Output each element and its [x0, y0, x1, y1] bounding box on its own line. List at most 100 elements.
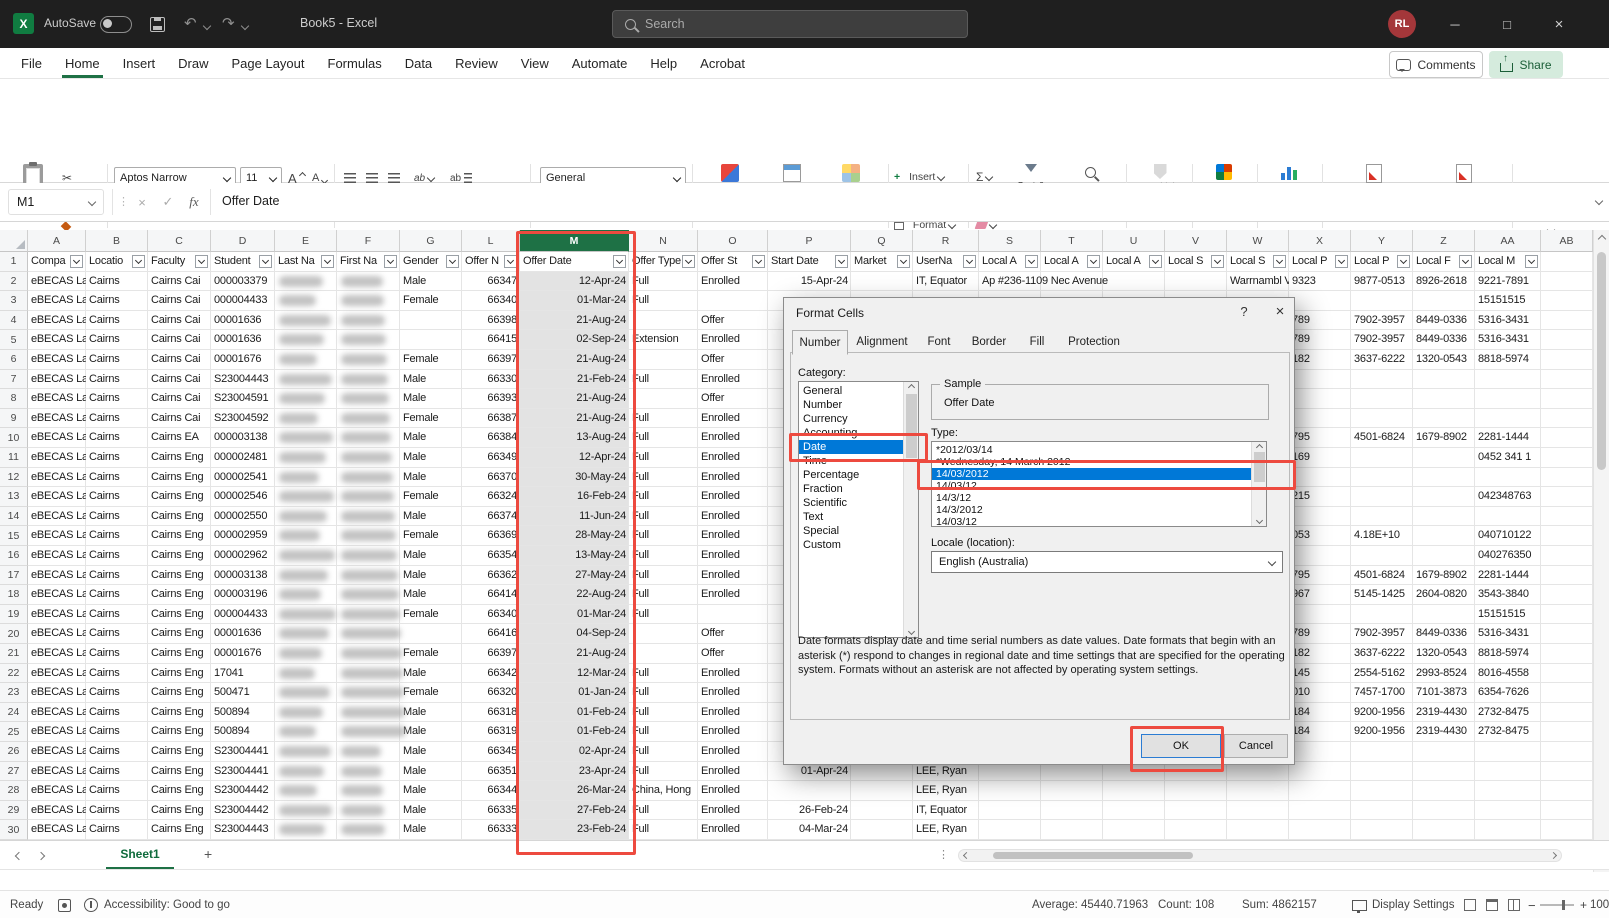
cell-G25[interactable]: Male	[400, 722, 462, 742]
type-item[interactable]: *Wednesday, 14 March 2012	[932, 456, 1267, 468]
cell-C29[interactable]: Cairns Eng	[148, 801, 211, 821]
cell-M12[interactable]: 30-May-24	[520, 468, 629, 488]
category-item-currency[interactable]: Currency	[799, 412, 907, 426]
row-header-17[interactable]: 17	[0, 566, 28, 586]
cell-L7[interactable]: 66330	[462, 370, 520, 390]
cell-X22[interactable]: 145	[1289, 664, 1351, 684]
cell-L19[interactable]: 66340	[462, 605, 520, 625]
cell-D20[interactable]: 00001636	[211, 624, 275, 644]
cell-L2[interactable]: 66347	[462, 272, 520, 292]
cell-Z24[interactable]: 2319-4430	[1413, 703, 1475, 723]
cell-O30[interactable]: Enrolled	[698, 820, 768, 840]
column-header-O[interactable]: O	[698, 230, 768, 252]
cell-M8[interactable]: 21-Aug-24	[520, 389, 629, 409]
dialog-close-button[interactable]: ×	[1268, 303, 1292, 320]
cell-N22[interactable]: Full	[629, 664, 698, 684]
accessibility-status[interactable]: Accessibility: Good to go	[104, 891, 230, 918]
macro-record-icon[interactable]	[58, 891, 71, 918]
cell-C7[interactable]: Cairns Cai	[148, 370, 211, 390]
cell-L15[interactable]: 66369	[462, 526, 520, 546]
cell-L27[interactable]: 66351	[462, 762, 520, 782]
cell-M30[interactable]: 23-Feb-24	[520, 820, 629, 840]
cell-D29[interactable]: S23004442	[211, 801, 275, 821]
category-item-fraction[interactable]: Fraction	[799, 482, 907, 496]
cell-C21[interactable]: Cairns Eng	[148, 644, 211, 664]
cell-C16[interactable]: Cairns Eng	[148, 546, 211, 566]
cell-N2[interactable]: Full	[629, 272, 698, 292]
row-header-11[interactable]: 11	[0, 448, 28, 468]
column-header-C[interactable]: C	[148, 230, 211, 252]
column-header-U[interactable]: U	[1103, 230, 1165, 252]
cell-B29[interactable]: Cairns	[86, 801, 148, 821]
cell-Y18[interactable]: 5145-1425	[1351, 585, 1413, 605]
cell-L24[interactable]: 66318	[462, 703, 520, 723]
column-header-L[interactable]: L	[462, 230, 520, 252]
cell-O4[interactable]: Offer	[698, 311, 768, 331]
cell-M10[interactable]: 13-Aug-24	[520, 428, 629, 448]
cell-N18[interactable]: Full	[629, 585, 698, 605]
cell-D4[interactable]: 00001636	[211, 311, 275, 331]
filter-button-AA[interactable]	[1525, 255, 1538, 268]
column-header-D[interactable]: D	[211, 230, 275, 252]
cell-L12[interactable]: 66370	[462, 468, 520, 488]
column-header-F[interactable]: F	[337, 230, 400, 252]
cell-Y10[interactable]: 4501-6824	[1351, 428, 1413, 448]
filter-button-Z[interactable]	[1459, 255, 1472, 268]
cell-AA19[interactable]: 15151515	[1475, 605, 1541, 625]
cell-AA17[interactable]: 2281-1444	[1475, 566, 1541, 586]
filter-button-W[interactable]	[1273, 255, 1286, 268]
filter-button-V[interactable]	[1211, 255, 1224, 268]
page-break-view-icon[interactable]	[1508, 891, 1520, 918]
filter-button-A[interactable]	[70, 255, 83, 268]
cell-B27[interactable]: Cairns	[86, 762, 148, 782]
cell-A13[interactable]: eBECAS La	[28, 487, 86, 507]
cell-Z18[interactable]: 2604-0820	[1413, 585, 1475, 605]
category-item-scientific[interactable]: Scientific	[799, 496, 907, 510]
cell-L6[interactable]: 66397	[462, 350, 520, 370]
cell-Z22[interactable]: 2993-8524	[1413, 664, 1475, 684]
cell-B30[interactable]: Cairns	[86, 820, 148, 840]
cell-Y5[interactable]: 7902-3957	[1351, 330, 1413, 350]
cell-C4[interactable]: Cairns Cai	[148, 311, 211, 331]
cell-N28[interactable]: China, Hong	[629, 781, 698, 801]
cell-AA6[interactable]: 8818-5974	[1475, 350, 1541, 370]
cell-G7[interactable]: Male	[400, 370, 462, 390]
cell-A25[interactable]: eBECAS La	[28, 722, 86, 742]
normal-view-icon[interactable]	[1464, 891, 1476, 918]
cell-D5[interactable]: 00001636	[211, 330, 275, 350]
cell-B24[interactable]: Cairns	[86, 703, 148, 723]
vertical-scrollbar[interactable]	[1593, 230, 1609, 872]
cell-L3[interactable]: 66340	[462, 291, 520, 311]
filter-button-T[interactable]	[1087, 255, 1100, 268]
cell-C12[interactable]: Cairns Eng	[148, 468, 211, 488]
cell-G24[interactable]: Male	[400, 703, 462, 723]
cell-L17[interactable]: 66362	[462, 566, 520, 586]
cell-O18[interactable]: Enrolled	[698, 585, 768, 605]
cell-D3[interactable]: 000004433	[211, 291, 275, 311]
cell-O16[interactable]: Enrolled	[698, 546, 768, 566]
cell-M14[interactable]: 11-Jun-24	[520, 507, 629, 527]
page-layout-view-icon[interactable]	[1486, 891, 1498, 918]
tab-splitter-icon[interactable]: ⋮	[938, 848, 949, 861]
row-header-9[interactable]: 9	[0, 409, 28, 429]
cell-N24[interactable]: Full	[629, 703, 698, 723]
cell-Y4[interactable]: 7902-3957	[1351, 311, 1413, 331]
cell-N14[interactable]: Full	[629, 507, 698, 527]
cell-C15[interactable]: Cairns Eng	[148, 526, 211, 546]
cell-B15[interactable]: Cairns	[86, 526, 148, 546]
column-header-Q[interactable]: Q	[851, 230, 913, 252]
prev-sheet-icon[interactable]	[15, 852, 23, 860]
cell-AA5[interactable]: 5316-3431	[1475, 330, 1541, 350]
cell-G18[interactable]: Male	[400, 585, 462, 605]
cell-D26[interactable]: S23004441	[211, 742, 275, 762]
cell-C20[interactable]: Cairns Eng	[148, 624, 211, 644]
filter-button-F[interactable]	[384, 255, 397, 268]
cell-Z21[interactable]: 1320-0543	[1413, 644, 1475, 664]
cell-C2[interactable]: Cairns Cai	[148, 272, 211, 292]
row-header-28[interactable]: 28	[0, 781, 28, 801]
cell-D24[interactable]: 500894	[211, 703, 275, 723]
cell-B9[interactable]: Cairns	[86, 409, 148, 429]
category-item-text[interactable]: Text	[799, 510, 907, 524]
column-header-N[interactable]: N	[629, 230, 698, 252]
cell-A8[interactable]: eBECAS La	[28, 389, 86, 409]
